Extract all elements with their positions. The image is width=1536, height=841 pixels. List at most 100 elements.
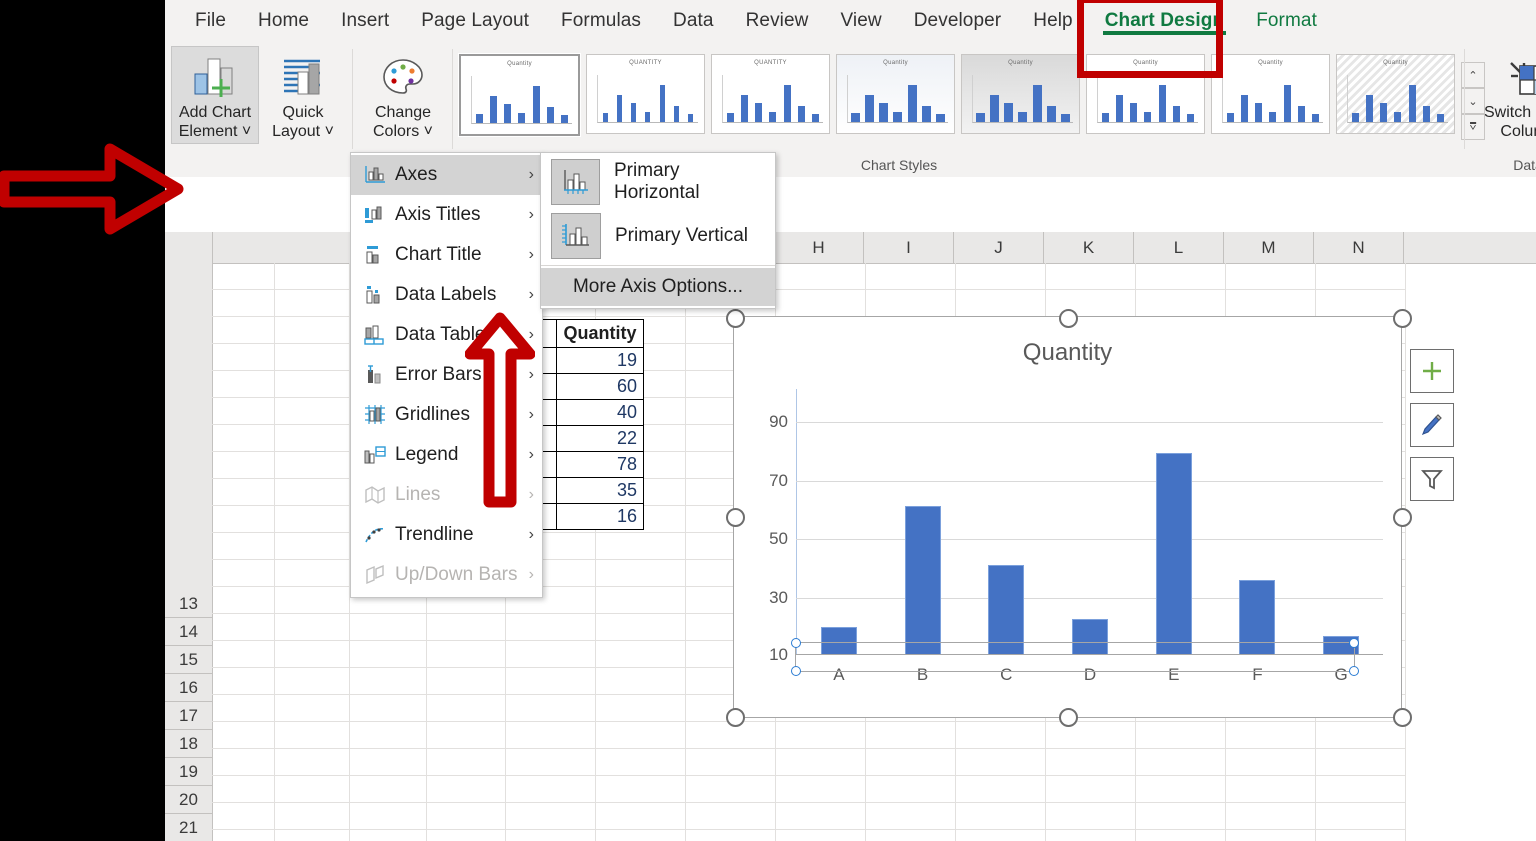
grid-cell[interactable] xyxy=(1316,290,1406,317)
grid-cell[interactable] xyxy=(275,425,350,452)
axis-handle[interactable] xyxy=(791,666,801,676)
grid-cell[interactable] xyxy=(506,803,596,830)
add-chart-element-button[interactable]: Add Chart Element ˅ xyxy=(171,46,259,144)
menu-item-axes[interactable]: Axes › xyxy=(351,155,542,195)
chart-resize-handle-tr[interactable] xyxy=(1393,309,1412,328)
menu-item-data-labels[interactable]: Data Labels › xyxy=(351,275,542,315)
grid-cell[interactable] xyxy=(596,641,686,668)
grid-cell[interactable] xyxy=(1136,749,1226,776)
menu-item-chart-title[interactable]: Chart Title › xyxy=(351,235,542,275)
row-header-19[interactable]: 19 xyxy=(165,758,212,786)
grid-cell[interactable] xyxy=(212,668,275,695)
chart-style-thumbnail[interactable]: Quantity xyxy=(836,54,955,134)
grid-cell[interactable] xyxy=(1046,830,1136,841)
grid-cell[interactable] xyxy=(212,587,275,614)
grid-cell[interactable] xyxy=(596,749,686,776)
tab-chart-design[interactable]: Chart Design xyxy=(1089,4,1240,38)
grid-cell[interactable] xyxy=(427,749,506,776)
grid-row[interactable] xyxy=(212,749,1536,776)
grid-cell[interactable] xyxy=(350,614,427,641)
chart-filters-button[interactable] xyxy=(1410,457,1454,501)
grid-cell[interactable] xyxy=(212,317,275,344)
grid-cell[interactable] xyxy=(956,263,1046,290)
menu-item-data-table[interactable]: Data Table › xyxy=(351,315,542,355)
grid-cell[interactable] xyxy=(275,587,350,614)
grid-cell[interactable] xyxy=(212,533,275,560)
grid-cell[interactable] xyxy=(350,830,427,841)
grid-cell[interactable] xyxy=(776,749,866,776)
chart-style-thumbnail[interactable]: Quantity xyxy=(1336,54,1455,134)
tab-page-layout[interactable]: Page Layout xyxy=(405,4,545,38)
axis-handle[interactable] xyxy=(1349,666,1359,676)
chart-resize-handle-ml[interactable] xyxy=(726,508,745,527)
chart-resize-handle-bc[interactable] xyxy=(1059,708,1078,727)
submenu-item-primary-vertical[interactable]: Primary Vertical xyxy=(541,209,775,263)
grid-cell[interactable] xyxy=(1046,803,1136,830)
grid-cell[interactable] xyxy=(275,290,350,317)
table-cell-value[interactable]: 19 xyxy=(556,347,644,374)
grid-cell[interactable] xyxy=(212,560,275,587)
grid-cell[interactable] xyxy=(866,749,956,776)
grid-cell[interactable] xyxy=(776,290,866,317)
grid-cell[interactable] xyxy=(596,695,686,722)
grid-cell[interactable] xyxy=(212,722,275,749)
quick-layout-button[interactable]: Quick Layout ˅ xyxy=(259,46,347,144)
grid-cell[interactable] xyxy=(596,776,686,803)
grid-cell[interactable] xyxy=(1226,263,1316,290)
grid-cell[interactable] xyxy=(212,614,275,641)
grid-cell[interactable] xyxy=(275,560,350,587)
grid-cell[interactable] xyxy=(275,398,350,425)
bar-slot[interactable] xyxy=(1048,389,1132,655)
menu-item-axis-titles[interactable]: Axis Titles › xyxy=(351,195,542,235)
grid-cell[interactable] xyxy=(686,803,776,830)
table-cell-value[interactable]: 78 xyxy=(556,451,644,478)
row-header-17[interactable]: 17 xyxy=(165,702,212,730)
add-chart-element-menu[interactable]: Axes › Axis Titles › Chart Title › Data … xyxy=(350,152,543,598)
grid-cell[interactable] xyxy=(776,722,866,749)
column-header-L[interactable]: L xyxy=(1134,232,1224,263)
grid-cell[interactable] xyxy=(275,722,350,749)
grid-cell[interactable] xyxy=(596,830,686,841)
row-header-15[interactable]: 15 xyxy=(165,646,212,674)
column-header-H[interactable]: H xyxy=(774,232,864,263)
grid-cell[interactable] xyxy=(1316,749,1406,776)
bar-slot[interactable] xyxy=(1132,389,1216,655)
grid-cell[interactable] xyxy=(1226,749,1316,776)
grid-cell[interactable] xyxy=(1046,263,1136,290)
tab-formulas[interactable]: Formulas xyxy=(545,4,657,38)
chart-style-thumbnail[interactable]: Quantity xyxy=(961,54,1080,134)
chart-resize-handle-tc[interactable] xyxy=(1059,309,1078,328)
menu-item-gridlines[interactable]: Gridlines › xyxy=(351,395,542,435)
grid-row[interactable] xyxy=(212,830,1536,841)
grid-cell[interactable] xyxy=(212,344,275,371)
axes-submenu[interactable]: Primary Horizontal Primary Vertical More… xyxy=(540,152,776,309)
grid-cell[interactable] xyxy=(1226,722,1316,749)
grid-cell[interactable] xyxy=(275,776,350,803)
grid-cell[interactable] xyxy=(427,776,506,803)
grid-cell[interactable] xyxy=(1046,722,1136,749)
grid-cell[interactable] xyxy=(1316,776,1406,803)
grid-cell[interactable] xyxy=(1136,263,1226,290)
chart-style-thumbnail[interactable]: Quantity xyxy=(1086,54,1205,134)
menu-item-error-bars[interactable]: Error Bars › xyxy=(351,355,542,395)
grid-cell[interactable] xyxy=(866,776,956,803)
table-cell-value[interactable]: 35 xyxy=(556,477,644,504)
row-header-18[interactable]: 18 xyxy=(165,730,212,758)
grid-cell[interactable] xyxy=(212,506,275,533)
grid-cell[interactable] xyxy=(212,641,275,668)
grid-cell[interactable] xyxy=(212,830,275,841)
bar-slot[interactable] xyxy=(881,389,965,655)
grid-cell[interactable] xyxy=(350,722,427,749)
grid-cell[interactable] xyxy=(212,290,275,317)
grid-cell[interactable] xyxy=(1226,776,1316,803)
grid-cell[interactable] xyxy=(427,803,506,830)
row-header-13[interactable]: 13 xyxy=(165,590,212,618)
grid-cell[interactable] xyxy=(212,695,275,722)
grid-cell[interactable] xyxy=(212,749,275,776)
grid-cell[interactable] xyxy=(506,668,596,695)
grid-cell[interactable] xyxy=(596,587,686,614)
grid-cell[interactable] xyxy=(275,263,350,290)
chart-styles-gallery[interactable]: Quantity QUANTITY QUANTITY Quantity Quan… xyxy=(458,46,1485,140)
grid-cell[interactable] xyxy=(776,803,866,830)
grid-cell[interactable] xyxy=(956,830,1046,841)
